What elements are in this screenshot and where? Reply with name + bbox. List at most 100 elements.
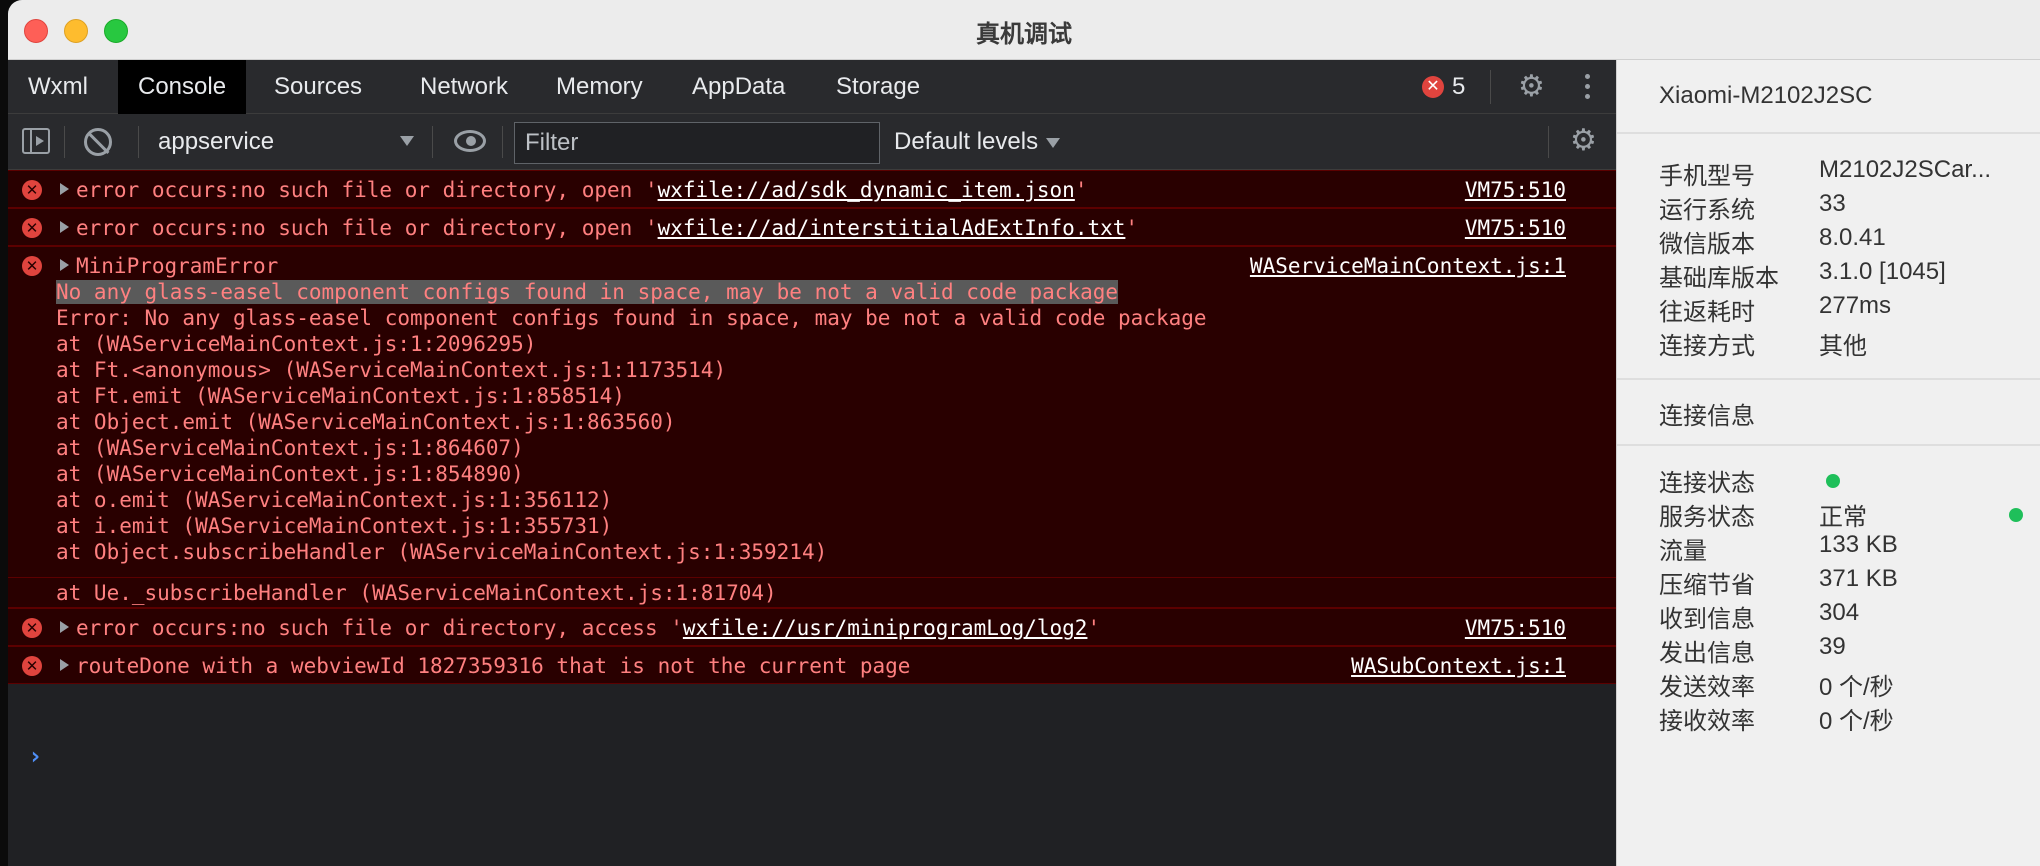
stack-line: at (WAServiceMainContext.js:1:854890)	[56, 462, 524, 486]
error-icon: ✕	[22, 618, 42, 638]
error-title: MiniProgramError	[76, 254, 279, 278]
divider	[138, 126, 139, 158]
info-value: 其他	[1819, 333, 1867, 360]
info-key: 接收效率	[1659, 708, 1755, 735]
error-icon: ✕	[22, 256, 42, 276]
selected-text: No any glass-easel component configs fou…	[56, 280, 1119, 304]
stack-line: at (WAServiceMainContext.js:1:2096295)	[56, 332, 537, 356]
source-link[interactable]: WASubContext.js:1	[1351, 653, 1566, 679]
info-value: 304	[1819, 599, 1860, 626]
error-message: error occurs:no such file or directory, …	[76, 615, 1100, 641]
live-expression-eye-icon[interactable]	[454, 130, 486, 152]
divider	[1617, 444, 2040, 446]
console-error-row[interactable]: ✕ error occurs:no such file or directory…	[8, 208, 1616, 246]
console-error-row[interactable]: ✕ routeDone with a webviewId 1827359316 …	[8, 646, 1616, 684]
console-prompt-chevron-icon[interactable]: ›	[28, 742, 42, 770]
expand-triangle-icon[interactable]	[60, 259, 69, 271]
divider	[432, 126, 433, 158]
info-value: 正常	[1819, 504, 1867, 531]
info-value: M2102J2SCar...	[1819, 156, 1992, 183]
service-status-dot-icon	[2009, 508, 2023, 522]
expand-triangle-icon[interactable]	[60, 221, 69, 233]
tab-sources[interactable]: Sources	[254, 60, 382, 114]
file-link[interactable]: wxfile://ad/interstitialAdExtInfo.txt	[658, 216, 1126, 240]
message-suffix: '	[1074, 178, 1088, 202]
log-levels-dropdown[interactable]: Default levels	[894, 126, 1061, 158]
log-levels-label: Default levels	[894, 128, 1039, 155]
error-count: 5	[1452, 73, 1466, 100]
tab-network[interactable]: Network	[400, 60, 528, 114]
error-message: routeDone with a webviewId 1827359316 th…	[76, 654, 911, 678]
console-error-row[interactable]: ✕ error occurs:no such file or directory…	[8, 170, 1616, 208]
info-key: 基础库版本	[1659, 265, 1779, 292]
context-selector[interactable]: appservice	[150, 124, 420, 160]
message-text: error occurs:no such file or directory, …	[76, 178, 658, 202]
stack-line: Error: No any glass-easel component conf…	[56, 306, 1207, 330]
console-settings-gear-icon[interactable]: ⚙	[1570, 126, 1597, 156]
source-link[interactable]: VM75:510	[1465, 177, 1566, 203]
dropdown-caret-icon	[1046, 137, 1061, 148]
expand-triangle-icon[interactable]	[60, 659, 69, 671]
file-link[interactable]: wxfile://usr/miniprogramLog/log2	[683, 616, 1088, 640]
expand-triangle-icon[interactable]	[60, 183, 69, 195]
info-key: 发送效率	[1659, 674, 1755, 701]
info-value: 277ms	[1819, 292, 1892, 319]
info-key: 微信版本	[1659, 231, 1755, 258]
error-icon: ✕	[1422, 76, 1444, 98]
devtools-window: 真机调试 Wxml Console Sources Network Memory…	[8, 0, 2040, 866]
stack-line: at Object.subscribeHandler (WAServiceMai…	[56, 540, 828, 564]
error-icon: ✕	[22, 218, 42, 238]
message-text: error occurs:no such file or directory, …	[76, 216, 658, 240]
info-key: 连接方式	[1659, 333, 1755, 360]
info-key: 收到信息	[1659, 606, 1755, 633]
error-message: error occurs:no such file or directory, …	[76, 215, 1138, 241]
info-key: 发出信息	[1659, 640, 1755, 667]
expand-triangle-icon[interactable]	[60, 621, 69, 633]
stack-trace: No any glass-easel component configs fou…	[56, 279, 1119, 305]
info-key: 往返耗时	[1659, 299, 1755, 326]
stack-line: at Object.emit (WAServiceMainContext.js:…	[56, 410, 676, 434]
devtools-panel: Wxml Console Sources Network Memory AppD…	[8, 60, 1616, 866]
error-icon: ✕	[22, 180, 42, 200]
console-error-row[interactable]: ✕ error occurs:no such file or directory…	[8, 608, 1616, 646]
info-value: 0 个/秒	[1819, 708, 1894, 735]
tab-console[interactable]: Console	[118, 60, 247, 114]
source-link[interactable]: VM75:510	[1465, 615, 1566, 641]
source-link[interactable]: WAServiceMainContext.js:1	[1250, 253, 1566, 279]
stack-line: at Ft.<anonymous> (WAServiceMainContext.…	[56, 358, 727, 382]
stack-line: at i.emit (WAServiceMainContext.js:1:355…	[56, 514, 613, 538]
dropdown-caret-icon	[400, 136, 414, 146]
tab-storage[interactable]: Storage	[816, 60, 940, 114]
tab-memory[interactable]: Memory	[536, 60, 663, 114]
info-value: 39	[1819, 633, 1846, 660]
stack-continuation: at Ue._subscribeHandler (WAServiceMainCo…	[8, 578, 1616, 608]
divider	[1617, 378, 2040, 380]
connection-section-title: 连接信息	[1659, 403, 1755, 430]
info-key: 流量	[1659, 538, 1707, 565]
more-options-icon[interactable]	[1582, 72, 1592, 102]
console-error-row-expanded[interactable]: ✕ MiniProgramError WAServiceMainContext.…	[8, 246, 1616, 578]
divider	[1617, 132, 2040, 134]
info-value: 3.1.0 [1045]	[1819, 258, 1946, 285]
tab-appdata[interactable]: AppData	[672, 60, 805, 114]
info-row-connection-type: 连接方式 其他	[1659, 326, 2039, 370]
connection-status-dot-icon	[1826, 474, 1840, 488]
filter-input[interactable]	[514, 122, 880, 164]
tab-wxml[interactable]: Wxml	[8, 60, 108, 114]
source-link[interactable]: VM75:510	[1465, 215, 1566, 241]
info-key: 运行系统	[1659, 197, 1755, 224]
device-info-panel: Xiaomi-M2102J2SC 手机型号 M2102J2SCar... 运行系统…	[1616, 60, 2040, 866]
error-message: error occurs:no such file or directory, …	[76, 177, 1087, 203]
console-output: ✕ error occurs:no such file or directory…	[8, 170, 1616, 866]
settings-gear-icon[interactable]: ⚙	[1518, 72, 1545, 102]
info-value: 33	[1819, 190, 1846, 217]
tab-bar: Wxml Console Sources Network Memory AppD…	[8, 60, 1616, 114]
divider	[502, 126, 503, 158]
stack-line: at (WAServiceMainContext.js:1:864607)	[56, 436, 524, 460]
info-key: 手机型号	[1659, 163, 1755, 190]
error-icon: ✕	[22, 656, 42, 676]
stack-line: at Ft.emit (WAServiceMainContext.js:1:85…	[56, 384, 625, 408]
file-link[interactable]: wxfile://ad/sdk_dynamic_item.json	[658, 178, 1075, 202]
show-sidebar-icon[interactable]	[22, 128, 50, 154]
clear-console-icon[interactable]	[84, 128, 112, 156]
